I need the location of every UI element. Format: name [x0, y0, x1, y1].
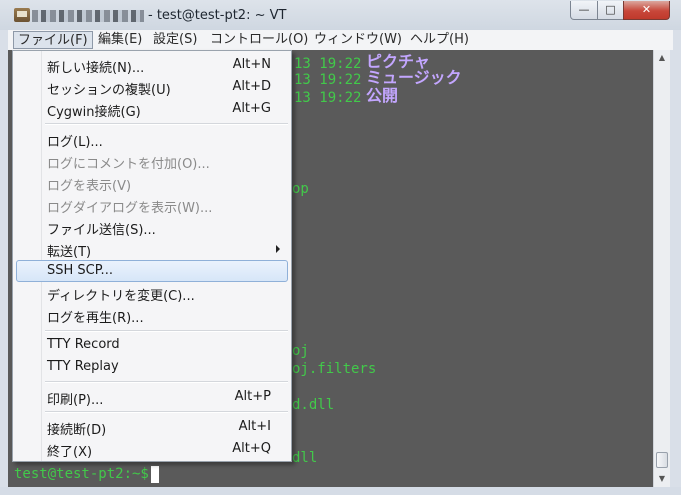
terminal-cursor	[151, 466, 159, 483]
menu-edit[interactable]: 編集(E)	[94, 31, 146, 49]
file-menu-dropdown: 新しい接続(N)... Alt+N セッションの複製(U) Alt+D Cygw…	[12, 50, 292, 462]
vertical-scrollbar[interactable]: ▲ ▼	[653, 50, 670, 487]
title-bar[interactable]: - test@test-pt2: ~ VT — □ ✕	[0, 0, 681, 30]
terminal-line-date: 13 19:22	[294, 90, 362, 106]
menu-file[interactable]: ファイル(F)	[13, 31, 93, 49]
menu-item-log-comment[interactable]: ログにコメントを付加(O)...	[16, 150, 288, 172]
menu-item-tty-replay[interactable]: TTY Replay	[16, 356, 288, 378]
menu-item-label: ログを再生(R)...	[47, 311, 144, 326]
menu-bar: ファイル(F) 編集(E) 設定(S) コントロール(O) ウィンドウ(W) ヘ…	[8, 30, 673, 50]
menu-item-shortcut: Alt+P	[234, 389, 271, 404]
terminal-fragment: d.dll	[292, 397, 335, 413]
menu-item-tty-record[interactable]: TTY Record	[16, 334, 288, 356]
terminal-line-date: 13 19:22	[294, 56, 362, 72]
menu-item-label: ログにコメントを付加(O)...	[47, 157, 210, 172]
title-redacted-host	[32, 10, 144, 22]
menu-item-shortcut: Alt+I	[238, 419, 271, 434]
menu-separator	[45, 330, 288, 332]
menu-control[interactable]: コントロール(O)	[206, 31, 312, 49]
menu-window[interactable]: ウィンドウ(W)	[310, 31, 406, 49]
menu-item-label: ファイル送信(S)...	[47, 223, 156, 238]
menu-separator	[45, 411, 288, 413]
menu-item-label: 接続断(D)	[47, 423, 107, 438]
menu-item-label: ログを表示(V)	[47, 179, 132, 194]
shell-prompt: test@test-pt2:~$	[14, 466, 149, 482]
menu-item-change-directory[interactable]: ディレクトリを変更(C)...	[16, 282, 288, 304]
teraterm-window: - test@test-pt2: ~ VT — □ ✕ ファイル(F) 編集(E…	[0, 0, 681, 495]
menu-item-shortcut: Alt+Q	[232, 441, 271, 456]
menu-item-log[interactable]: ログ(L)...	[16, 128, 288, 150]
menu-item-label: ログダイアログを表示(W)...	[47, 201, 213, 216]
menu-item-label: ログ(L)...	[47, 135, 103, 150]
menu-settings[interactable]: 設定(S)	[149, 31, 201, 49]
scroll-up-arrow-icon[interactable]: ▲	[654, 50, 670, 66]
menu-item-send-file[interactable]: ファイル送信(S)...	[16, 216, 288, 238]
minimize-button[interactable]: —	[570, 1, 598, 20]
terminal-fragment: dll	[292, 450, 318, 466]
window-frame-bottom	[0, 487, 681, 495]
terminal-line-dirname: ミュージック	[366, 68, 462, 87]
menu-item-transfer[interactable]: 転送(T)	[16, 238, 288, 260]
menu-item-label: TTY Replay	[47, 359, 119, 374]
menu-item-label: TTY Record	[47, 337, 120, 352]
menu-item-replay-log[interactable]: ログを再生(R)...	[16, 304, 288, 326]
menu-separator	[45, 123, 288, 125]
app-icon[interactable]	[14, 8, 30, 22]
menu-item-duplicate-session[interactable]: セッションの複製(U) Alt+D	[16, 76, 288, 98]
menu-item-shortcut: Alt+D	[232, 79, 271, 94]
scroll-thumb[interactable]	[656, 452, 668, 468]
menu-item-label: 新しい接続(N)...	[47, 61, 145, 76]
menu-item-print[interactable]: 印刷(P)... Alt+P	[16, 386, 288, 408]
menu-item-view-log[interactable]: ログを表示(V)	[16, 172, 288, 194]
menu-item-label: ディレクトリを変更(C)...	[47, 289, 195, 304]
menu-item-new-connection[interactable]: 新しい接続(N)... Alt+N	[16, 54, 288, 76]
menu-separator	[45, 381, 288, 383]
maximize-button[interactable]: □	[597, 1, 624, 20]
terminal-line-date: 13 19:22	[294, 72, 362, 88]
menu-help[interactable]: ヘルプ(H)	[406, 31, 473, 49]
close-button[interactable]: ✕	[623, 1, 670, 20]
submenu-arrow-icon	[276, 245, 280, 253]
menu-item-cygwin-connection[interactable]: Cygwin接続(G) Alt+G	[16, 98, 288, 120]
menu-item-label: セッションの複製(U)	[47, 83, 171, 98]
menu-item-shortcut: Alt+N	[232, 57, 271, 72]
menu-item-show-log-dialog[interactable]: ログダイアログを表示(W)...	[16, 194, 288, 216]
menu-item-disconnect[interactable]: 接続断(D) Alt+I	[16, 416, 288, 438]
terminal-line-dirname: 公開	[366, 86, 399, 105]
menu-item-shortcut: Alt+G	[232, 101, 271, 116]
terminal-fragment: oj.filters	[292, 361, 377, 377]
menu-item-exit[interactable]: 終了(X) Alt+Q	[16, 438, 288, 460]
terminal-fragment: oj	[292, 343, 309, 359]
menu-item-ssh-scp[interactable]: SSH SCP...	[16, 260, 288, 282]
menu-item-label: 転送(T)	[47, 245, 92, 260]
terminal-fragment: op	[292, 181, 309, 197]
menu-item-label: 印刷(P)...	[47, 393, 104, 408]
scroll-down-arrow-icon[interactable]: ▼	[654, 471, 670, 487]
window-title: - test@test-pt2: ~ VT	[148, 8, 287, 23]
menu-item-label: Cygwin接続(G)	[47, 105, 141, 120]
menu-item-label: 終了(X)	[47, 445, 93, 460]
menu-item-label: SSH SCP...	[47, 263, 113, 278]
